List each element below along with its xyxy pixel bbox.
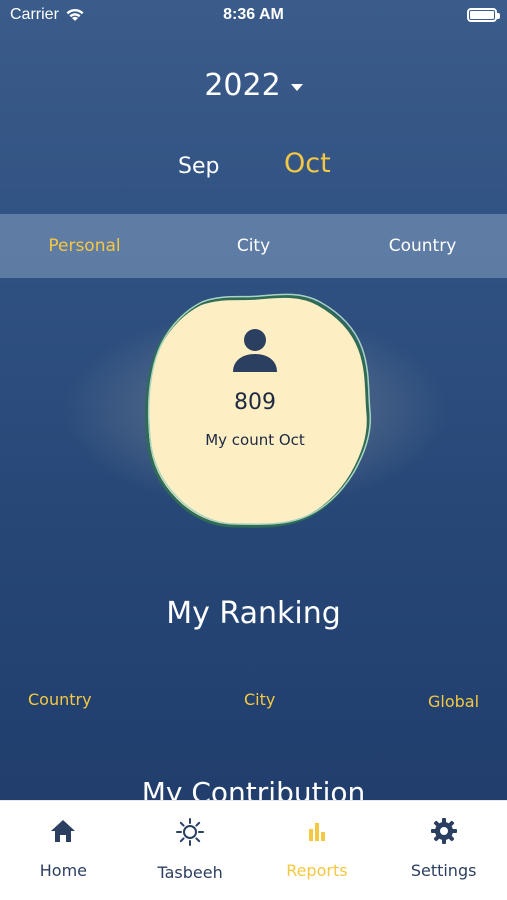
gear-icon <box>430 818 457 844</box>
tab-settings[interactable]: Settings <box>380 801 507 900</box>
tab-personal[interactable]: Personal <box>0 214 169 278</box>
year-dropdown[interactable]: 2022 <box>0 68 507 103</box>
year-value: 2022 <box>204 68 281 103</box>
ranking-global[interactable]: Global <box>428 692 479 711</box>
ranking-options: Country City Global <box>0 690 507 720</box>
scope-tabs: Personal City Country <box>0 214 507 278</box>
count-label: My count Oct <box>205 431 305 449</box>
month-selector: Sep Oct <box>0 148 507 188</box>
count-value: 809 <box>234 390 276 415</box>
ranking-city[interactable]: City <box>244 690 275 709</box>
tab-city[interactable]: City <box>169 214 338 278</box>
tab-tasbeeh-label: Tasbeeh <box>157 863 223 882</box>
tab-country[interactable]: Country <box>338 214 507 278</box>
tab-home[interactable]: Home <box>0 801 127 900</box>
count-card: 809 My count Oct <box>0 290 507 540</box>
bottom-tab-bar: Home Tasbeeh Reports Settings <box>0 800 507 900</box>
tab-tasbeeh[interactable]: Tasbeeh <box>127 801 254 900</box>
status-bar: Carrier 8:36 AM <box>0 0 507 30</box>
ranking-title: My Ranking <box>166 596 341 631</box>
chevron-down-icon <box>290 84 303 91</box>
person-icon <box>233 329 277 372</box>
month-previous[interactable]: Sep <box>178 154 219 179</box>
battery-icon <box>467 8 500 22</box>
count-content: 809 My count Oct <box>145 326 365 449</box>
bar-chart-icon <box>308 823 325 841</box>
ranking-country[interactable]: Country <box>28 690 92 709</box>
tab-reports-label: Reports <box>286 861 348 880</box>
tab-home-label: Home <box>39 861 87 880</box>
tab-settings-label: Settings <box>410 861 477 880</box>
status-time: 8:36 AM <box>223 6 284 23</box>
month-current[interactable]: Oct <box>284 148 331 179</box>
home-icon <box>51 820 76 842</box>
tab-reports[interactable]: Reports <box>254 801 381 900</box>
sun-icon <box>176 818 205 846</box>
